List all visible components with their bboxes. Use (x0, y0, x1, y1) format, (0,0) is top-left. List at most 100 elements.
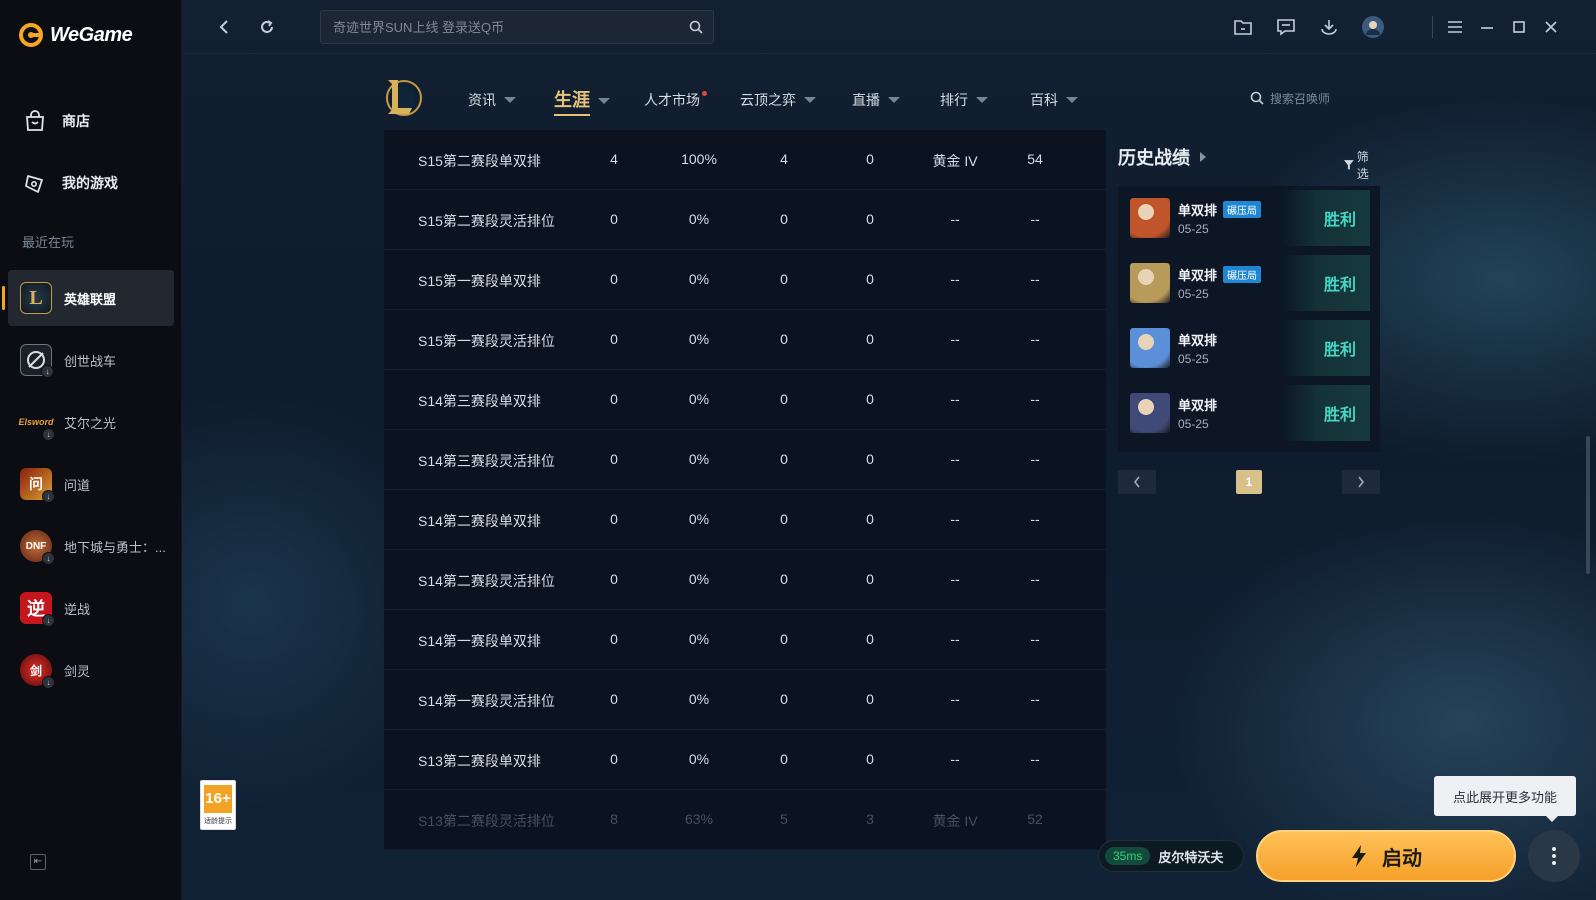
champion-avatar (1130, 263, 1170, 303)
match-mode: 单双排 碾压局 (1178, 265, 1262, 284)
table-row[interactable]: S13第二赛段灵活排位 8 63% 5 3 黄金 IV 52 (384, 790, 1106, 850)
win-rate-cell: 0% (688, 751, 710, 767)
chevron-down-icon (1066, 97, 1078, 103)
lol-logo-icon[interactable] (382, 76, 422, 118)
losses-cell: 0 (866, 691, 874, 707)
games-played-cell: 0 (610, 691, 618, 707)
match-item[interactable]: 单双排 05-25 胜利 (1118, 385, 1380, 441)
win-rate-cell: 0% (688, 211, 710, 227)
recent-game-wendao[interactable]: 问 ↓ 问道 (8, 456, 174, 512)
page-number[interactable]: 1 (1236, 470, 1262, 494)
message-icon[interactable] (1273, 14, 1299, 40)
win-rate-cell: 0% (688, 691, 710, 707)
league-points-cell: -- (1030, 391, 1040, 407)
season-name-cell: S15第二赛段单双排 (418, 153, 541, 169)
chevron-right-icon (1358, 476, 1365, 488)
match-item[interactable]: 单双排 05-25 胜利 (1118, 320, 1380, 376)
tab-talent-market[interactable]: 人才市场 (644, 90, 707, 110)
tab-news[interactable]: 资讯 (468, 90, 516, 110)
server-name: 皮尔特沃夫 (1158, 849, 1224, 865)
summoner-search[interactable]: 搜索召唤师 (1250, 84, 1360, 112)
filter-button[interactable]: 筛选 (1344, 148, 1380, 182)
table-row[interactable]: S15第一赛段灵活排位 0 0% 0 0 -- -- (384, 310, 1106, 370)
match-item[interactable]: 单双排 碾压局 05-25 胜利 (1118, 255, 1380, 311)
wegame-logo[interactable]: WeGame (18, 22, 133, 48)
tab-rank[interactable]: 排行 (940, 90, 988, 110)
server-selector[interactable]: 35ms 皮尔特沃夫 (1098, 840, 1244, 872)
nav-store[interactable]: 商店 (22, 108, 90, 134)
rank-tier-cell: -- (950, 511, 960, 527)
refresh-icon[interactable] (254, 14, 280, 40)
age-rating-badge[interactable]: 16+ 适龄提示 (200, 780, 236, 830)
recent-game-label: 艾尔之光 (64, 415, 117, 431)
match-result: 胜利 (1282, 255, 1370, 311)
table-row[interactable]: S14第三赛段灵活排位 0 0% 0 0 -- -- (384, 430, 1106, 490)
vertical-scrollbar[interactable] (1586, 436, 1590, 574)
games-played-cell: 0 (610, 571, 618, 587)
folder-icon[interactable] (1230, 14, 1256, 40)
match-mode-label: 单双排 (1178, 333, 1218, 348)
wins-cell: 0 (780, 511, 788, 527)
maximize-icon[interactable] (1506, 14, 1532, 40)
search-input[interactable] (333, 11, 673, 43)
recent-game-nizhan[interactable]: 逆 ↓ 逆战 (8, 580, 174, 636)
table-row[interactable]: S14第二赛段单双排 0 0% 0 0 -- -- (384, 490, 1106, 550)
table-row[interactable]: S14第一赛段灵活排位 0 0% 0 0 -- -- (384, 670, 1106, 730)
next-page-button[interactable] (1342, 470, 1380, 494)
win-rate-cell: 0% (688, 631, 710, 647)
losses-cell: 0 (866, 391, 874, 407)
recent-game-dnf[interactable]: DNF ↓ 地下城与勇士：... (8, 518, 174, 574)
league-points-cell: -- (1030, 751, 1040, 767)
notification-dot (702, 90, 707, 96)
minimize-icon[interactable] (1474, 14, 1500, 40)
search-icon[interactable] (689, 20, 703, 34)
download-icon: ↓ (41, 365, 54, 378)
tab-label: 直播 (852, 92, 880, 108)
launch-label: 启动 (1382, 847, 1422, 870)
main-area: 资讯 生涯 人才市场 云顶之弈 直播 排行 百科 搜索召唤师 S15第二赛段单双… (182, 0, 1596, 900)
tab-tft[interactable]: 云顶之弈 (740, 90, 816, 110)
match-history-title[interactable]: 历史战绩 (1118, 144, 1206, 170)
back-icon[interactable] (212, 14, 238, 40)
nav-my-games[interactable]: 我的游戏 (22, 170, 118, 196)
download-manager-icon[interactable] (1316, 14, 1342, 40)
recent-game-label: 逆战 (64, 601, 91, 617)
launch-button[interactable]: 启动 (1256, 830, 1516, 882)
table-row[interactable]: S15第二赛段单双排 4 100% 4 0 黄金 IV 54 (384, 130, 1106, 190)
win-rate-cell: 0% (688, 391, 710, 407)
more-options-button[interactable] (1528, 830, 1580, 882)
table-row[interactable]: S13第二赛段单双排 0 0% 0 0 -- -- (384, 730, 1106, 790)
win-rate-cell: 63% (684, 811, 714, 827)
recent-game-lol[interactable]: L 英雄联盟 (2, 270, 174, 326)
tab-wiki[interactable]: 百科 (1030, 90, 1078, 110)
table-row[interactable]: S14第一赛段单双排 0 0% 0 0 -- -- (384, 610, 1106, 670)
table-row[interactable]: S15第一赛段单双排 0 0% 0 0 -- -- (384, 250, 1106, 310)
prev-page-button[interactable] (1118, 470, 1156, 494)
league-points-cell: -- (1030, 211, 1040, 227)
lol-nav: 资讯 生涯 人才市场 云顶之弈 直播 排行 百科 搜索召唤师 (382, 74, 1582, 124)
win-rate-cell: 0% (688, 271, 710, 287)
rank-tier-cell: -- (950, 211, 960, 227)
tab-career[interactable]: 生涯 (554, 86, 610, 116)
collapse-sidebar-icon[interactable]: ⇤ (30, 854, 46, 870)
user-avatar[interactable] (1360, 14, 1386, 40)
table-row[interactable]: S15第二赛段灵活排位 0 0% 0 0 -- -- (384, 190, 1106, 250)
tab-label: 生涯 (554, 86, 590, 116)
menu-icon[interactable] (1442, 14, 1468, 40)
match-item[interactable]: 单双排 碾压局 05-25 胜利 (1118, 190, 1380, 246)
win-rate-cell: 0% (688, 571, 710, 587)
match-date: 05-25 (1178, 352, 1209, 366)
recent-game-label: 问道 (64, 477, 91, 493)
recent-game-elsword[interactable]: Elsword ↓ 艾尔之光 (8, 394, 174, 450)
recent-game-bladesoul[interactable]: 剑 ↓ 剑灵 (8, 642, 174, 698)
chevron-left-icon (1133, 476, 1140, 488)
tab-live[interactable]: 直播 (852, 90, 900, 110)
games-played-cell: 0 (610, 391, 618, 407)
losses-cell: 0 (866, 211, 874, 227)
table-row[interactable]: S14第三赛段单双排 0 0% 0 0 -- -- (384, 370, 1106, 430)
close-icon[interactable] (1538, 14, 1564, 40)
table-row[interactable]: S14第二赛段灵活排位 0 0% 0 0 -- -- (384, 550, 1106, 610)
recent-game-crossout[interactable]: ↓ 创世战车 (8, 332, 174, 388)
games-played-cell: 0 (610, 511, 618, 527)
match-mode: 单双排 (1178, 330, 1217, 349)
